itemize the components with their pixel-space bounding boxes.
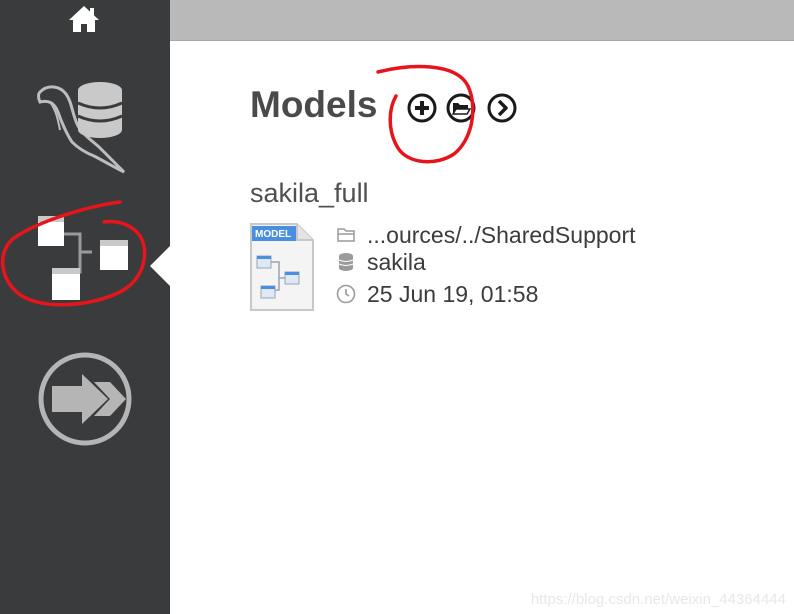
- plus-circle-icon: [407, 93, 437, 123]
- model-file-badge: MODEL: [255, 229, 291, 240]
- active-section-pointer: [150, 246, 170, 286]
- migration-nav-button[interactable]: [32, 346, 138, 452]
- chevron-right-circle-icon: [487, 93, 517, 123]
- model-file-icon[interactable]: MODEL: [249, 222, 315, 312]
- add-model-button[interactable]: [406, 92, 438, 124]
- migration-arrow-icon: [38, 352, 132, 446]
- folder-icon: [337, 228, 355, 242]
- model-path: ...ources/../SharedSupport: [367, 221, 636, 248]
- mysql-dolphin-database-icon: [37, 82, 126, 174]
- folder-open-icon: [446, 93, 476, 123]
- page-title: Models: [250, 84, 378, 125]
- home-nav-button[interactable]: [66, 2, 102, 34]
- open-model-button[interactable]: [445, 92, 477, 124]
- browse-models-button[interactable]: [486, 92, 518, 124]
- clock-icon: [336, 284, 356, 304]
- connections-nav-button[interactable]: [28, 72, 132, 176]
- sidebar: [0, 0, 170, 614]
- model-tile-title[interactable]: sakila_full: [250, 178, 369, 209]
- models-panel: [170, 41, 794, 614]
- model-path-row: ...ources/../SharedSupport: [335, 222, 636, 248]
- database-icon: [338, 253, 354, 271]
- model-time-row: 25 Jun 19, 01:58: [335, 281, 538, 307]
- model-schema: sakila: [367, 248, 426, 275]
- models-nav-button[interactable]: [30, 212, 134, 308]
- model-modified-time: 25 Jun 19, 01:58: [367, 280, 539, 307]
- home-icon: [69, 6, 99, 32]
- watermark: https://blog.csdn.net/weixin_44364444: [530, 591, 786, 608]
- model-schema-row: sakila: [335, 249, 426, 275]
- top-bar: [170, 0, 794, 41]
- models-diagram-icon: [38, 216, 128, 300]
